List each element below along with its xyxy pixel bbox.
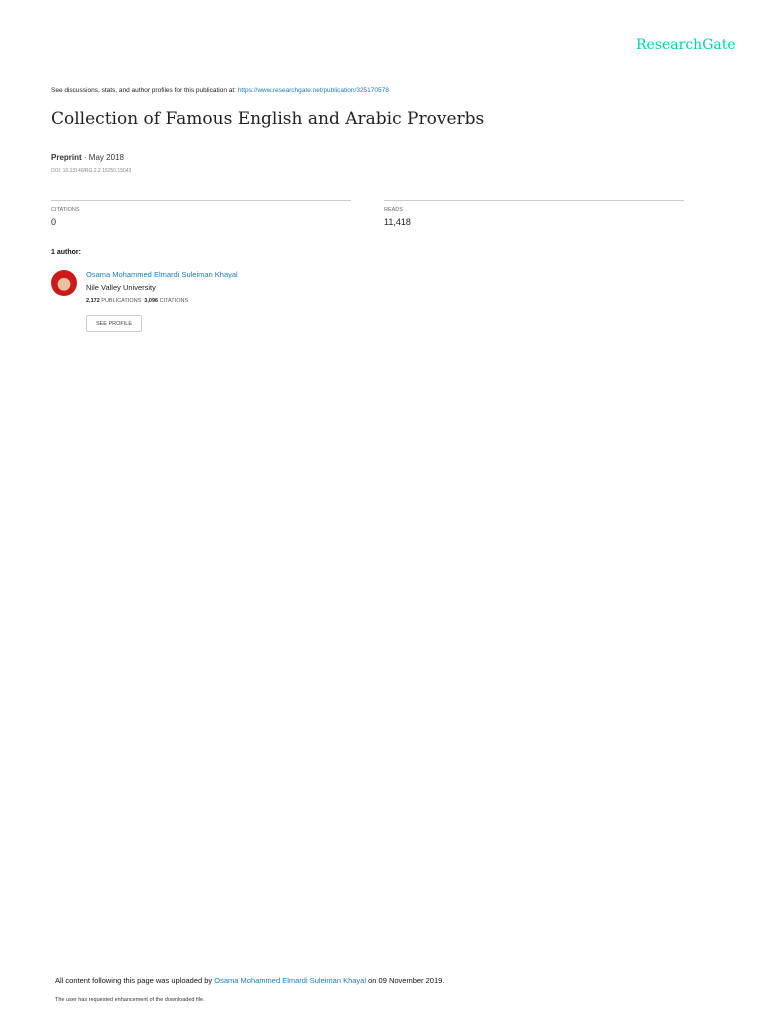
doi: DOI: 10.13140/RG.2.2.15250.15043 bbox=[51, 168, 132, 174]
see-profile-button[interactable]: SEE PROFILE bbox=[86, 315, 142, 332]
researchgate-logo[interactable]: ResearchGate bbox=[636, 37, 736, 53]
author-stats: 2,172 PUBLICATIONS 3,096 CITATIONS bbox=[86, 298, 188, 304]
publication-date: · May 2018 bbox=[83, 153, 124, 162]
author-citations-count: 3,096 bbox=[144, 298, 159, 304]
divider bbox=[384, 200, 684, 201]
publications-count: 2,172 bbox=[86, 298, 100, 304]
see-text: See discussions, stats, and author profi… bbox=[51, 87, 236, 94]
publication-link[interactable]: https://www.researchgate.net/publication… bbox=[238, 87, 389, 94]
author-institution: Nile Valley University bbox=[86, 283, 156, 292]
page-title: Collection of Famous English and Arabic … bbox=[51, 109, 485, 129]
publication-type: Preprint bbox=[51, 153, 82, 162]
citations-label: CITATIONS bbox=[51, 207, 80, 213]
upload-note: All content following this page was uplo… bbox=[55, 976, 444, 985]
publication-meta: Preprint · May 2018 bbox=[51, 153, 124, 162]
publications-label: PUBLICATIONS bbox=[101, 298, 142, 304]
upload-prefix: All content following this page was uplo… bbox=[55, 976, 213, 985]
author-citations-label: CITATIONS bbox=[159, 298, 189, 304]
upload-suffix: on 09 November 2019. bbox=[368, 976, 445, 985]
reads-count: 11,418 bbox=[384, 217, 411, 227]
author-name-link[interactable]: Osama Mohammed Elmardi Suleiman Khayal bbox=[86, 270, 238, 279]
authors-label: 1 author: bbox=[51, 249, 81, 256]
discussion-note: See discussions, stats, and author profi… bbox=[51, 87, 389, 94]
divider bbox=[51, 200, 351, 201]
cover-page: ResearchGate See discussions, stats, and… bbox=[0, 0, 768, 1024]
enhancement-note: The user has requested enhancement of th… bbox=[55, 997, 205, 1003]
uploader-link[interactable]: Osama Mohammed Elmardi Suleiman Khayal bbox=[214, 976, 366, 985]
reads-label: READS bbox=[384, 207, 403, 213]
avatar[interactable] bbox=[51, 270, 77, 296]
citations-count: 0 bbox=[51, 217, 57, 227]
